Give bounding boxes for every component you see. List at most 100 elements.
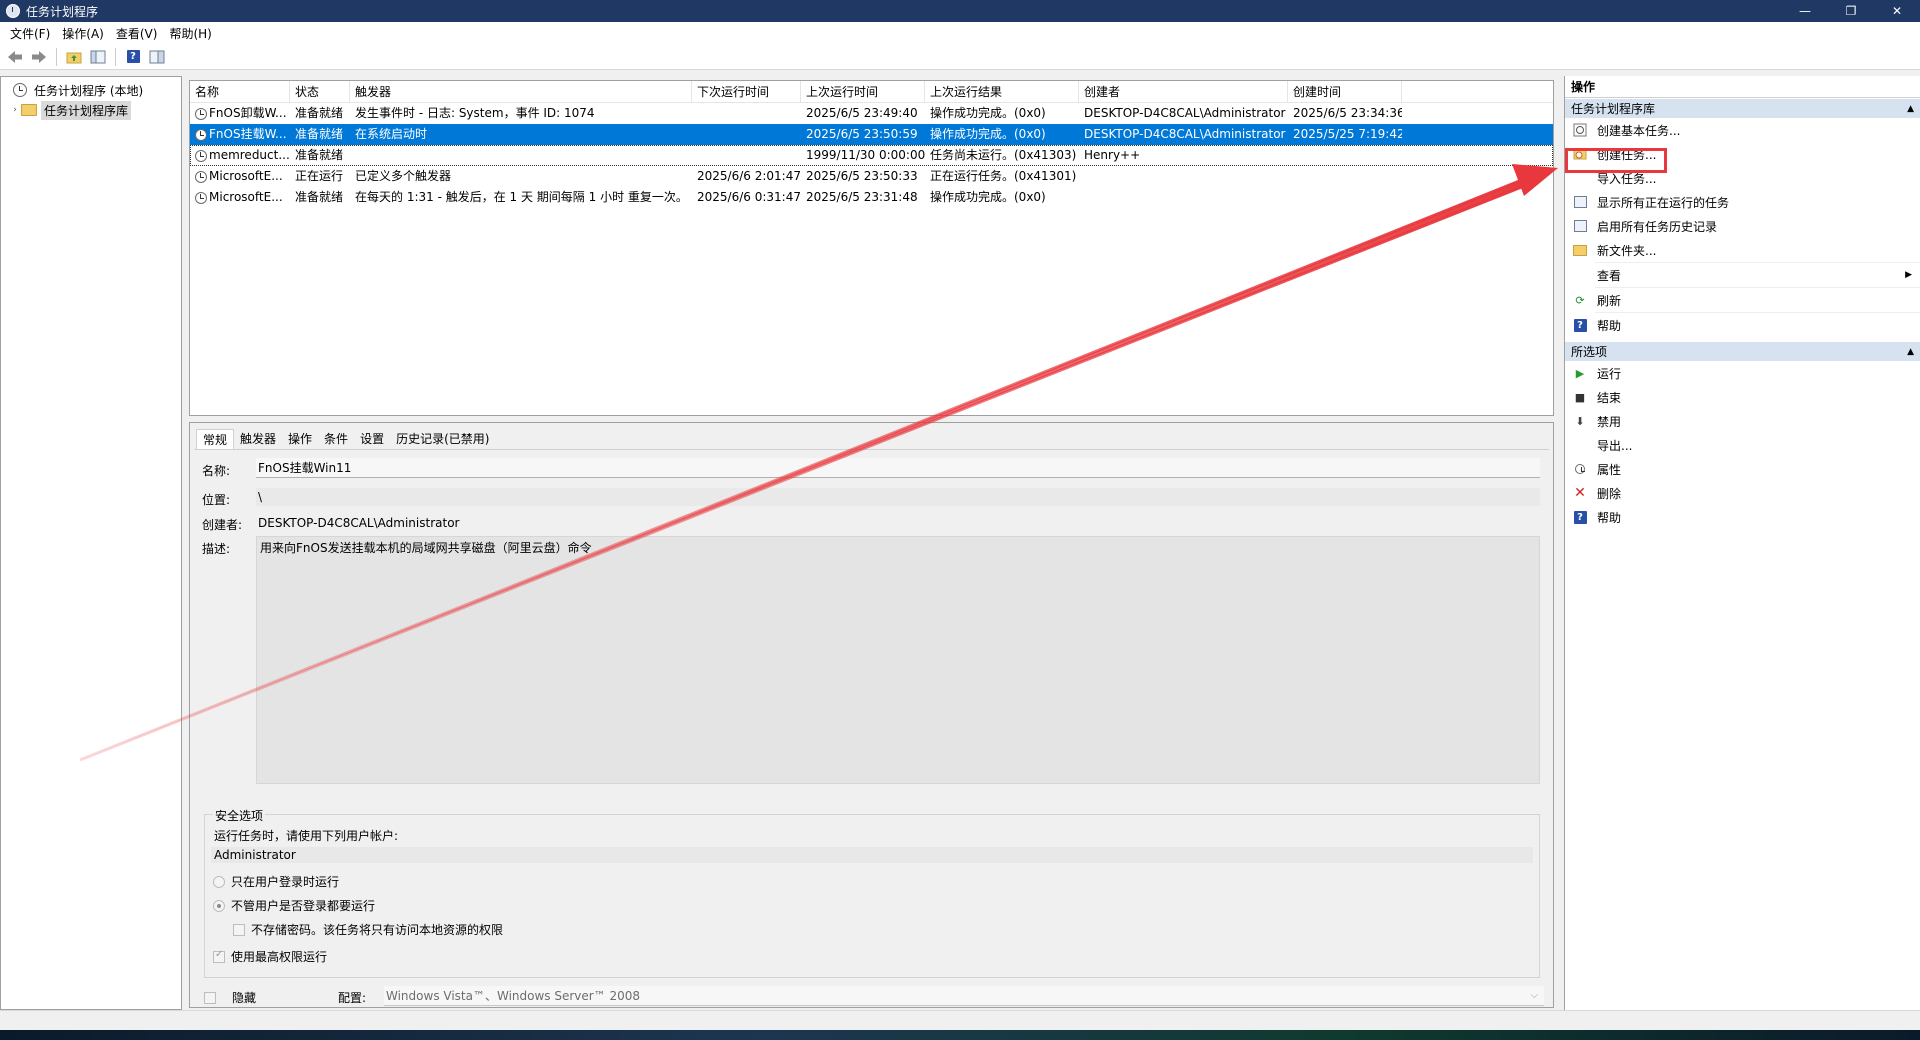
task-name-cell: MicrosoftE...: [190, 187, 290, 208]
action-help[interactable]: ? 帮助: [1565, 313, 1920, 337]
task-next-run: 2025/6/6 0:31:47: [697, 190, 801, 204]
task-last-run: 2025/6/5 23:49:40: [806, 106, 918, 120]
window-title: 任务计划程序: [26, 4, 99, 19]
task-row[interactable]: MicrosoftE... 正在运行 已定义多个触发器 2025/6/6 2:0…: [190, 166, 1553, 187]
menu-view[interactable]: 查看(V): [110, 25, 164, 42]
help-icon: ?: [1573, 510, 1587, 524]
checkbox[interactable]: [204, 991, 216, 1004]
task-last-run: 2025/6/5 23:50:33: [806, 169, 918, 183]
column-header-status[interactable]: 状态: [290, 81, 350, 103]
column-header-trigger[interactable]: 触发器: [350, 81, 692, 103]
action-end[interactable]: ■ 结束: [1565, 385, 1920, 409]
status-bar: [0, 1010, 1920, 1030]
close-button[interactable]: ✕: [1874, 0, 1920, 22]
tab-actions[interactable]: 操作: [282, 429, 318, 449]
radio-run-whether-logged-on[interactable]: 不管用户是否登录都要运行: [213, 897, 375, 914]
taskbar-strip: [0, 1030, 1920, 1040]
action-view[interactable]: 查看 ▶: [1565, 263, 1920, 287]
action-help-selected[interactable]: ? 帮助: [1565, 505, 1920, 529]
radio-run-when-logged-on[interactable]: 只在用户登录时运行: [213, 873, 339, 890]
task-row[interactable]: memreduct... 准备就绪 1999/11/30 0:00:00 任务尚…: [190, 145, 1553, 166]
menu-help[interactable]: 帮助(H): [163, 25, 217, 42]
task-name: FnOS挂载W...: [209, 127, 287, 141]
configure-for-value: Windows Vista™、Windows Server™ 2008: [386, 989, 641, 1003]
basic-task-icon: [1573, 123, 1587, 137]
name-label: 名称:: [202, 464, 231, 478]
checkbox[interactable]: [233, 923, 245, 936]
help-button[interactable]: ?: [122, 46, 144, 68]
action-display-running-tasks[interactable]: 显示所有正在运行的任务: [1565, 190, 1920, 214]
up-folder-button[interactable]: [63, 46, 85, 68]
run-icon: ▶: [1575, 366, 1585, 380]
action-create-basic-task[interactable]: 创建基本任务...: [1565, 118, 1920, 142]
tab-history[interactable]: 历史记录(已禁用): [390, 429, 495, 449]
action-label: 创建基本任务...: [1597, 123, 1681, 138]
configure-for-select[interactable]: Windows Vista™、Windows Server™ 2008 ⌵: [384, 986, 1544, 1006]
menu-file[interactable]: 文件(F): [4, 25, 56, 42]
checkbox-checked[interactable]: [213, 949, 225, 963]
show-hide-tree-button[interactable]: [87, 46, 109, 68]
task-row[interactable]: FnOS卸载W... 准备就绪 发生事件时 - 日志: System，事件 ID…: [190, 103, 1553, 124]
forward-button[interactable]: [28, 46, 50, 68]
task-row[interactable]: MicrosoftE... 准备就绪 在每天的 1:31 - 触发后，在 1 天…: [190, 187, 1553, 208]
restore-button[interactable]: ❐: [1828, 0, 1874, 22]
action-refresh[interactable]: ⟳ 刷新: [1565, 288, 1920, 312]
actions-section-selected[interactable]: 所选项 ▲: [1565, 341, 1920, 361]
forward-arrow-icon: [32, 50, 46, 63]
tab-general[interactable]: 常规: [196, 429, 235, 449]
tree-item-local[interactable]: 任务计划程序 (本地): [1, 80, 181, 100]
tab-conditions[interactable]: 条件: [318, 429, 354, 449]
tree-item-library[interactable]: › 任务计划程序库: [1, 100, 181, 120]
task-created: 2025/6/5 23:34:36: [1293, 106, 1402, 120]
task-trigger: 发生事件时 - 日志: System，事件 ID: 1074: [355, 106, 595, 120]
task-clock-icon: [195, 170, 207, 183]
collapse-up-icon[interactable]: ▲: [1907, 342, 1914, 362]
stop-icon: ■: [1574, 390, 1586, 404]
column-header-name[interactable]: 名称: [190, 81, 290, 103]
tab-settings[interactable]: 设置: [354, 429, 390, 449]
radio-button-selected[interactable]: [213, 899, 225, 912]
expand-arrow-icon[interactable]: ›: [9, 105, 21, 115]
column-header-last-run[interactable]: 上次运行时间: [801, 81, 925, 103]
column-header-last-result[interactable]: 上次运行结果: [925, 81, 1079, 103]
column-header-author[interactable]: 创建者: [1079, 81, 1288, 103]
properties-icon: [1573, 462, 1587, 476]
tree-label: 任务计划程序 (本地): [34, 83, 144, 98]
action-run[interactable]: ▶ 运行: [1565, 361, 1920, 385]
action-export[interactable]: 导出...: [1565, 433, 1920, 457]
task-status: 准备就绪: [295, 127, 344, 141]
action-disable[interactable]: ⬇ 禁用: [1565, 409, 1920, 433]
checkbox-do-not-store-password[interactable]: 不存储密码。该任务将只有访问本地资源的权限: [233, 921, 503, 938]
action-label: 结束: [1597, 390, 1622, 405]
action-new-folder[interactable]: 新文件夹...: [1565, 238, 1920, 262]
tab-triggers[interactable]: 触发器: [234, 429, 282, 449]
back-button[interactable]: [4, 46, 26, 68]
menu-action[interactable]: 操作(A): [56, 25, 110, 42]
task-name: MicrosoftE...: [209, 190, 283, 204]
run-as-account-field: Administrator: [211, 847, 1533, 863]
show-action-pane-button[interactable]: [146, 46, 168, 68]
task-row-selected[interactable]: FnOS挂载W... 准备就绪 在系统启动时 2025/6/5 23:50:59…: [190, 124, 1553, 145]
action-delete[interactable]: ✕ 删除: [1565, 481, 1920, 505]
action-enable-history[interactable]: 启用所有任务历史记录: [1565, 214, 1920, 238]
radio-button[interactable]: [213, 875, 225, 888]
disable-arrow-icon: ⬇: [1575, 414, 1585, 428]
task-name-field[interactable]: FnOS挂载Win11: [256, 458, 1540, 478]
task-description-field[interactable]: 用来向FnOS发送挂载本机的局域网共享磁盘（阿里云盘）命令: [256, 536, 1540, 784]
checkbox-run-highest-privileges[interactable]: 使用最高权限运行: [213, 948, 327, 965]
column-header-created[interactable]: 创建时间: [1288, 81, 1402, 103]
collapse-up-icon[interactable]: ▲: [1907, 99, 1914, 119]
action-properties[interactable]: 属性: [1565, 457, 1920, 481]
minimize-button[interactable]: —: [1782, 0, 1828, 22]
task-scheduler-icon: [6, 4, 20, 18]
column-header-next-run[interactable]: 下次运行时间: [692, 81, 801, 103]
task-last-result: 操作成功完成。(0x0): [930, 106, 1046, 120]
task-next-run: 2025/6/6 2:01:47: [697, 169, 801, 183]
checkbox-hidden[interactable]: 隐藏: [204, 989, 256, 1006]
radio-label: 只在用户登录时运行: [231, 875, 340, 889]
action-label: 禁用: [1597, 414, 1622, 429]
history-icon: [1573, 219, 1587, 233]
task-last-run: 2025/6/5 23:50:59: [806, 127, 918, 141]
actions-section-library[interactable]: 任务计划程序库 ▲: [1565, 98, 1920, 118]
action-label: 帮助: [1597, 510, 1622, 525]
